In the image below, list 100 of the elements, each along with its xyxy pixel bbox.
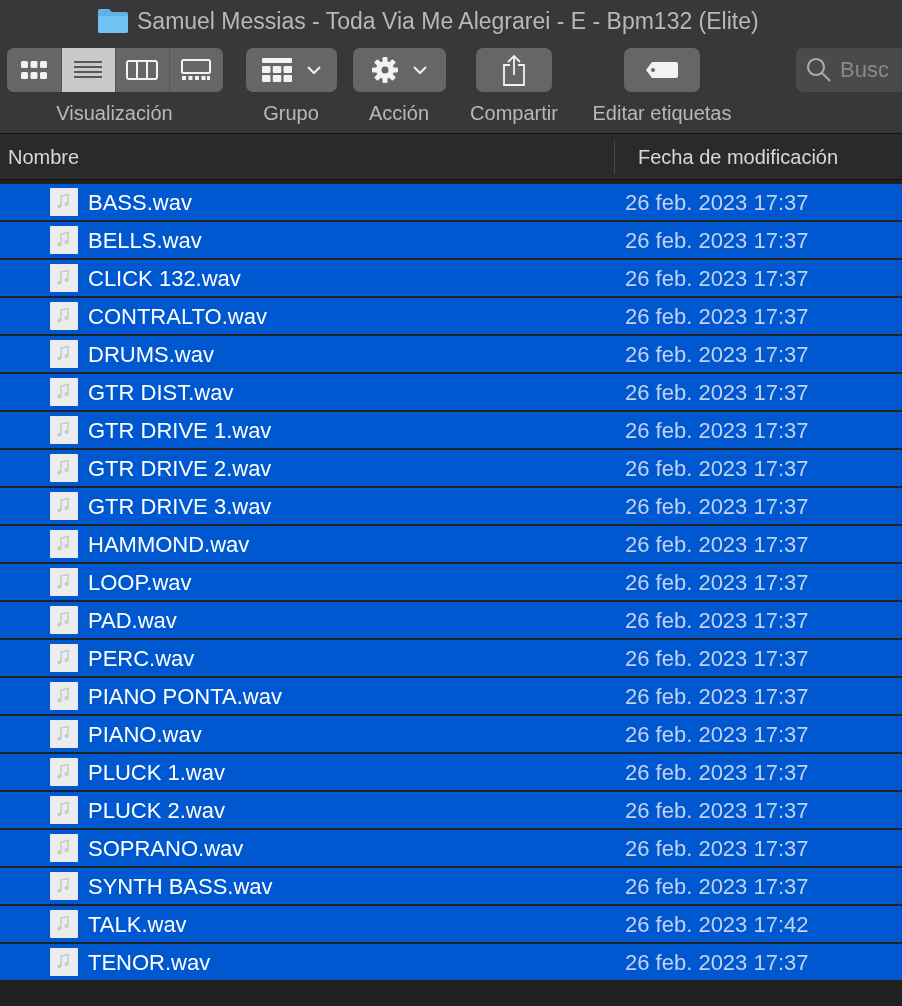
audio-file-icon	[49, 339, 79, 369]
audio-file-icon	[49, 757, 79, 787]
file-name: SOPRANO.wav	[88, 834, 245, 863]
file-row[interactable]: GTR DIST.wav 26 feb. 2023 17:37	[0, 374, 902, 410]
file-row[interactable]: CLICK 132.wav 26 feb. 2023 17:37	[0, 260, 902, 296]
search-icon	[806, 57, 832, 83]
modified-date: 26 feb. 2023 17:37	[625, 454, 809, 483]
share-button[interactable]	[476, 48, 552, 92]
gallery-icon	[181, 59, 211, 81]
modified-date: 26 feb. 2023 17:37	[625, 796, 809, 825]
search-field[interactable]: Busc	[796, 48, 902, 92]
audio-file-icon	[49, 263, 79, 293]
file-row[interactable]: GTR DRIVE 2.wav 26 feb. 2023 17:37	[0, 450, 902, 486]
file-name: PLUCK 1.wav	[88, 758, 226, 787]
modified-date: 26 feb. 2023 17:37	[625, 872, 809, 901]
toolbar-label: Visualización	[56, 101, 173, 126]
modified-date: 26 feb. 2023 17:37	[625, 340, 809, 369]
file-name: BASS.wav	[88, 188, 193, 217]
file-name: BELLS.wav	[88, 226, 203, 255]
audio-file-icon	[49, 833, 79, 863]
grid-icon	[19, 60, 48, 80]
audio-file-icon	[49, 377, 79, 407]
audio-file-icon	[49, 681, 79, 711]
file-row[interactable]: CONTRALTO.wav 26 feb. 2023 17:37	[0, 298, 902, 334]
modified-date: 26 feb. 2023 17:37	[625, 530, 809, 559]
file-name: PIANO.wav	[88, 720, 203, 749]
tags-button[interactable]	[624, 48, 700, 92]
audio-file-icon	[49, 187, 79, 217]
group-button[interactable]	[245, 48, 337, 92]
file-row[interactable]: DRUMS.wav 26 feb. 2023 17:37	[0, 336, 902, 372]
chevron-down-icon	[307, 65, 321, 75]
audio-file-icon	[49, 871, 79, 901]
audio-file-icon	[49, 567, 79, 597]
audio-file-icon	[49, 719, 79, 749]
file-row[interactable]: PIANO.wav 26 feb. 2023 17:37	[0, 716, 902, 752]
audio-file-icon	[49, 795, 79, 825]
file-name: TALK.wav	[88, 910, 188, 939]
file-name: HAMMOND.wav	[88, 530, 251, 559]
modified-date: 26 feb. 2023 17:37	[625, 226, 809, 255]
audio-file-icon	[49, 491, 79, 521]
modified-date: 26 feb. 2023 17:37	[625, 302, 809, 331]
file-name: GTR DIST.wav	[88, 378, 235, 407]
audio-file-icon	[49, 225, 79, 255]
tag-icon	[645, 61, 679, 79]
folder-icon	[97, 8, 129, 34]
column-header[interactable]: Fecha de modificación	[615, 141, 839, 172]
file-name: GTR DRIVE 2.wav	[88, 454, 273, 483]
file-name: SYNTH BASS.wav	[88, 872, 274, 901]
file-name: PLUCK 2.wav	[88, 796, 226, 825]
grid-icon	[261, 57, 293, 83]
toolbar-label: Editar etiquetas	[592, 101, 732, 126]
audio-file-icon	[49, 947, 79, 977]
file-row[interactable]: BASS.wav 26 feb. 2023 17:37	[0, 184, 902, 220]
modified-date: 26 feb. 2023 17:37	[625, 264, 809, 293]
file-name: PIANO PONTA.wav	[88, 682, 283, 711]
audio-file-icon	[49, 909, 79, 939]
file-name: LOOP.wav	[88, 568, 193, 597]
file-name: PERC.wav	[88, 644, 196, 673]
file-row[interactable]: TENOR.wav 26 feb. 2023 17:37	[0, 944, 902, 980]
list-icon	[73, 60, 103, 80]
modified-date: 26 feb. 2023 17:37	[625, 644, 809, 673]
file-row[interactable]: SYNTH BASS.wav 26 feb. 2023 17:37	[0, 868, 902, 904]
view-mode-button[interactable]	[168, 48, 223, 92]
file-row[interactable]: GTR DRIVE 3.wav 26 feb. 2023 17:37	[0, 488, 902, 524]
file-row[interactable]: PLUCK 1.wav 26 feb. 2023 17:37	[0, 754, 902, 790]
audio-file-icon	[49, 415, 79, 445]
file-row[interactable]: SOPRANO.wav 26 feb. 2023 17:37	[0, 830, 902, 866]
audio-file-icon	[49, 643, 79, 673]
file-row[interactable]: PLUCK 2.wav 26 feb. 2023 17:37	[0, 792, 902, 828]
modified-date: 26 feb. 2023 17:37	[625, 834, 809, 863]
window-title: Samuel Messias - Toda Via Me Alegrarei - E - Bpm132 (Elite)	[137, 6, 759, 36]
share-icon	[502, 54, 526, 86]
file-name: CLICK 132.wav	[88, 264, 242, 293]
file-row[interactable]: TALK.wav 26 feb. 2023 17:42	[0, 906, 902, 942]
modified-date: 26 feb. 2023 17:37	[625, 378, 809, 407]
file-row[interactable]: LOOP.wav 26 feb. 2023 17:37	[0, 564, 902, 600]
file-row[interactable]: HAMMOND.wav 26 feb. 2023 17:37	[0, 526, 902, 562]
file-row[interactable]: GTR DRIVE 1.wav 26 feb. 2023 17:37	[0, 412, 902, 448]
file-row[interactable]: PERC.wav 26 feb. 2023 17:37	[0, 640, 902, 676]
modified-date: 26 feb. 2023 17:37	[625, 492, 809, 521]
file-name: GTR DRIVE 1.wav	[88, 416, 273, 445]
columns-icon	[126, 60, 158, 80]
file-row[interactable]: BELLS.wav 26 feb. 2023 17:37	[0, 222, 902, 258]
modified-date: 26 feb. 2023 17:42	[625, 910, 809, 939]
chevron-down-icon	[413, 65, 427, 75]
audio-file-icon	[49, 301, 79, 331]
action-button[interactable]	[352, 48, 446, 92]
modified-date: 26 feb. 2023 17:37	[625, 948, 809, 977]
modified-date: 26 feb. 2023 17:37	[625, 416, 809, 445]
audio-file-icon	[49, 453, 79, 483]
modified-date: 26 feb. 2023 17:37	[625, 606, 809, 635]
file-name: CONTRALTO.wav	[88, 302, 268, 331]
file-name: TENOR.wav	[88, 948, 212, 977]
modified-date: 26 feb. 2023 17:37	[625, 568, 809, 597]
toolbar-label: Compartir	[470, 101, 558, 126]
modified-date: 26 feb. 2023 17:37	[625, 682, 809, 711]
file-row[interactable]: PAD.wav 26 feb. 2023 17:37	[0, 602, 902, 638]
file-row[interactable]: PIANO PONTA.wav 26 feb. 2023 17:37	[0, 678, 902, 714]
column-header[interactable]: Nombre	[0, 141, 614, 172]
gear-icon	[371, 56, 399, 84]
